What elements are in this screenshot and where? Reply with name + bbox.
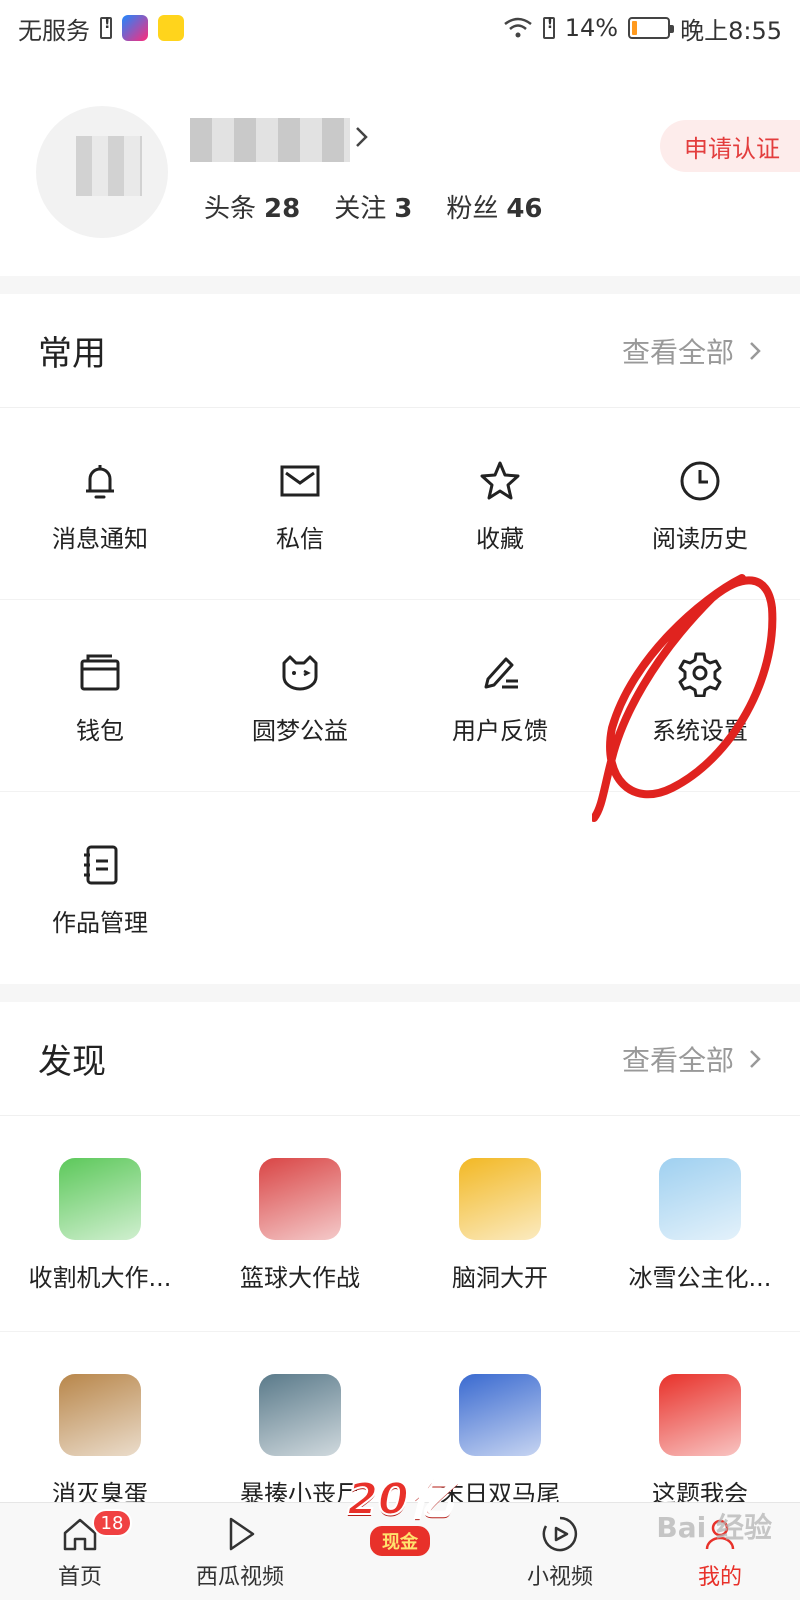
game-icon <box>59 1374 141 1456</box>
nav-home[interactable]: 首页 18 <box>0 1503 160 1600</box>
game-icon <box>659 1374 741 1456</box>
game-label: 篮球大作战 <box>240 1264 360 1292</box>
private-message-item[interactable]: 私信 <box>200 410 400 600</box>
short-video-icon <box>542 1516 578 1552</box>
notification-badge: 18 <box>92 1509 132 1537</box>
feedback-item[interactable]: 用户反馈 <box>400 602 600 792</box>
battery-percent: 14% <box>564 14 619 42</box>
works-management-label: 作品管理 <box>52 908 148 937</box>
game-item[interactable]: 冰雪公主化... <box>600 1116 800 1331</box>
pen-icon <box>484 657 518 688</box>
nav-profile-label: 我的 <box>697 1565 742 1590</box>
bell-icon <box>86 464 114 498</box>
chevron-right-icon <box>750 1049 761 1068</box>
game-icon <box>459 1158 541 1240</box>
game-icon <box>459 1374 541 1456</box>
nav-short-video[interactable]: 小视频 <box>480 1503 640 1600</box>
wallet-label: 钱包 <box>76 716 124 745</box>
game-icon <box>659 1158 741 1240</box>
common-row-2: 钱包 圆梦公益 用户反馈 系统设置 <box>0 602 800 792</box>
sim-warning-icon <box>542 16 555 39</box>
carrier-label: 无服务 <box>18 16 90 45</box>
reading-history-label: 阅读历史 <box>652 524 748 553</box>
youku-icon <box>122 15 148 41</box>
common-view-all-link[interactable]: 查看全部 <box>622 331 762 371</box>
discover-section-title: 发现 <box>38 1042 106 1082</box>
reading-history-item[interactable]: 阅读历史 <box>600 410 800 600</box>
works-management-item[interactable]: 作品管理 <box>0 794 200 984</box>
cash-promo-badge[interactable]: 20亿 现金 <box>338 1474 462 1586</box>
notifications-label: 消息通知 <box>52 524 148 553</box>
common-section-header: 常用 查看全部 <box>0 294 800 408</box>
wifi-icon <box>503 17 532 38</box>
wallet-icon <box>80 654 120 690</box>
favorites-item[interactable]: 收藏 <box>400 410 600 600</box>
notifications-item[interactable]: 消息通知 <box>0 410 200 600</box>
avatar[interactable] <box>36 106 168 238</box>
private-message-label: 私信 <box>276 524 324 553</box>
game-label: 收割机大作... <box>28 1264 172 1292</box>
notebook-icon <box>84 845 118 884</box>
common-section-title: 常用 <box>38 334 106 374</box>
section-divider <box>0 984 800 1002</box>
chevron-right-icon <box>356 127 368 147</box>
discover-view-all-link[interactable]: 查看全部 <box>622 1039 762 1079</box>
promo-cash-label: 现金 <box>370 1526 430 1557</box>
nav-xigua-label: 西瓜视频 <box>195 1565 284 1590</box>
apply-verification-button[interactable]: 申请认证 <box>660 120 800 172</box>
discover-section-header: 发现 查看全部 <box>0 1002 800 1116</box>
baidu-jingyan-watermark: Bai 经验 <box>656 1511 772 1544</box>
play-icon <box>229 1517 255 1551</box>
stat-followers[interactable]: 粉丝 46 <box>446 188 542 225</box>
username-blurred[interactable] <box>190 118 350 162</box>
status-bar: 无服务 14% 晚上8:55 <box>0 0 800 56</box>
nav-home-label: 首页 <box>57 1565 102 1590</box>
stat-headlines[interactable]: 头条 28 <box>204 188 300 225</box>
favorites-label: 收藏 <box>476 524 524 553</box>
game-label: 脑洞大开 <box>452 1264 548 1292</box>
game-label: 冰雪公主化... <box>628 1264 772 1292</box>
profile-stats: 头条 28 关注 3 粉丝 46 <box>204 188 543 225</box>
battery-icon <box>628 17 675 39</box>
stat-following[interactable]: 关注 3 <box>334 188 412 225</box>
charity-icon <box>282 655 318 690</box>
game-item[interactable]: 篮球大作战 <box>200 1116 400 1331</box>
avatar-blurred-image <box>76 136 142 196</box>
game-icon <box>59 1158 141 1240</box>
star-icon <box>480 461 520 499</box>
charity-label: 圆梦公益 <box>252 716 348 745</box>
chevron-right-icon <box>750 341 761 360</box>
promo-amount: 20亿 <box>346 1474 453 1525</box>
section-divider <box>0 276 800 294</box>
game-item[interactable]: 收割机大作... <box>0 1116 200 1331</box>
system-settings-item[interactable]: 系统设置 <box>600 602 800 792</box>
nav-xigua-video[interactable]: 西瓜视频 <box>160 1503 320 1600</box>
battery-level <box>632 21 637 35</box>
common-row-3: 作品管理 <box>0 794 800 984</box>
mail-icon <box>280 465 320 496</box>
clock-time: 晚上8:55 <box>680 16 782 45</box>
clock-icon <box>680 461 720 500</box>
charity-item[interactable]: 圆梦公益 <box>200 602 400 792</box>
game-icon <box>259 1374 341 1456</box>
feedback-label: 用户反馈 <box>452 716 548 745</box>
common-row-1: 消息通知 私信 收藏 阅读历史 <box>0 410 800 600</box>
discover-row-1: 收割机大作... 篮球大作战 脑洞大开 冰雪公主化... <box>0 1116 800 1332</box>
game-item[interactable]: 脑洞大开 <box>400 1116 600 1331</box>
app-notification-icon <box>158 15 184 41</box>
nav-short-video-label: 小视频 <box>526 1565 593 1590</box>
sim-alert-icon <box>100 16 112 39</box>
wallet-item[interactable]: 钱包 <box>0 602 200 792</box>
gear-icon <box>678 652 722 697</box>
profile-card[interactable]: 头条 28 关注 3 粉丝 46 申请认证 <box>0 96 800 266</box>
system-settings-label: 系统设置 <box>652 716 748 745</box>
game-icon <box>259 1158 341 1240</box>
